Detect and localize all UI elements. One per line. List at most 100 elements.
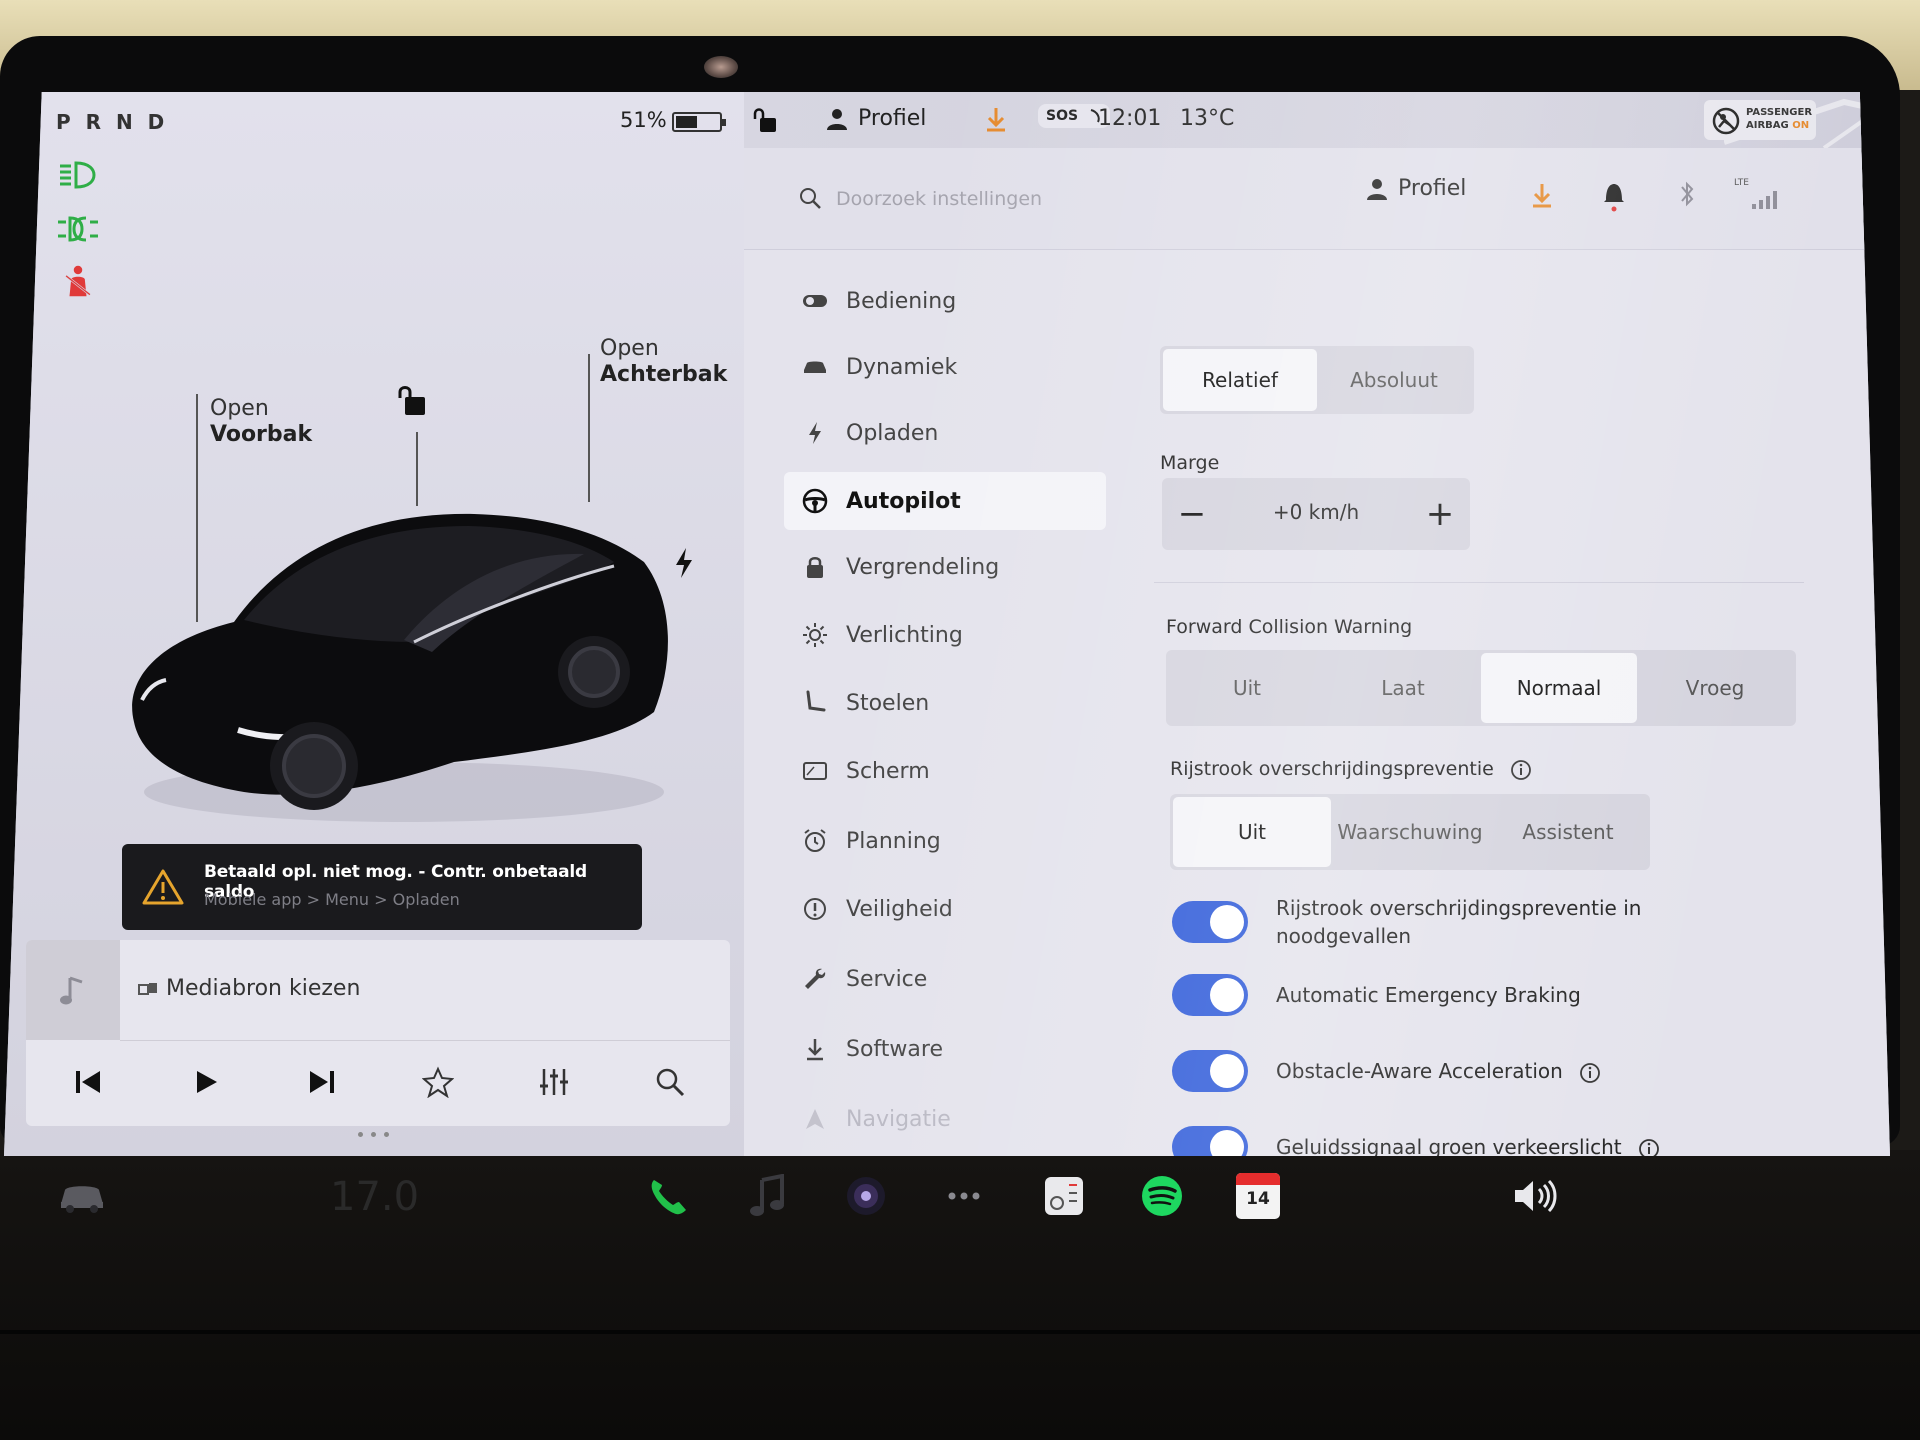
search-icon: [656, 1068, 685, 1097]
trunk-leader-line: [588, 354, 590, 502]
lane-departure-selector: Uit Waarschuwing Assistent: [1170, 794, 1650, 870]
nav-item-navigatie[interactable]: Navigatie: [784, 1090, 1106, 1148]
settings-search-input[interactable]: [836, 182, 1216, 216]
navigation-icon: [802, 1106, 828, 1132]
margin-increase-button[interactable]: +: [1416, 490, 1464, 538]
trunk-label-bottom: Achterbak: [600, 362, 728, 387]
media-divider: [120, 1040, 730, 1041]
section-divider: [1154, 582, 1804, 583]
lane-option-off[interactable]: Uit: [1173, 797, 1331, 867]
nav-item-scherm[interactable]: Scherm: [784, 742, 1106, 800]
nav-item-dynamiek[interactable]: Dynamiek: [784, 338, 1106, 396]
nav-item-label: Stoelen: [846, 690, 930, 716]
play-button[interactable]: [182, 1058, 230, 1106]
fcw-option-late[interactable]: Laat: [1325, 653, 1481, 723]
bluetooth-icon[interactable]: [1678, 180, 1696, 208]
nav-item-label: Opladen: [846, 420, 939, 446]
unlock-icon: [753, 108, 776, 132]
nav-item-label: Planning: [846, 828, 941, 854]
media-source-button[interactable]: Mediabron kiezen: [138, 976, 360, 1001]
album-art: [26, 940, 120, 1040]
obstacle-accel-toggle[interactable]: [1172, 1050, 1248, 1092]
status-profile-button[interactable]: Profiel: [826, 106, 926, 131]
favorite-button[interactable]: [414, 1058, 462, 1106]
status-lock-button[interactable]: [752, 106, 778, 134]
toggle-icon: [802, 288, 828, 314]
aeb-toggle-row: Automatic Emergency Braking: [1172, 974, 1792, 1016]
lane-option-warning[interactable]: Waarschuwing: [1331, 797, 1489, 867]
charging-alert[interactable]: Betaald opl. niet mog. - Contr. onbetaal…: [122, 844, 642, 930]
open-trunk-button[interactable]: Open Achterbak: [600, 336, 727, 388]
emergency-lane-label: Rijstrook overschrijdingspreventie in no…: [1276, 896, 1642, 948]
lane-option-assist[interactable]: Assistent: [1489, 797, 1647, 867]
open-frunk-button[interactable]: Open Voorbak: [210, 396, 312, 448]
star-icon: [422, 1066, 454, 1098]
phone-app-button[interactable]: [640, 1168, 696, 1224]
nav-item-label: Service: [846, 966, 928, 992]
sun-icon: [802, 622, 828, 648]
nav-item-veiligheid[interactable]: Veiligheid: [784, 880, 1106, 938]
more-apps-button[interactable]: [936, 1168, 992, 1224]
play-icon: [197, 1071, 217, 1093]
aeb-label: Automatic Emergency Braking: [1276, 983, 1581, 1007]
music-note-icon: [750, 1174, 784, 1216]
media-search-button[interactable]: [646, 1058, 694, 1106]
bell-icon[interactable]: [1602, 180, 1626, 212]
nav-item-bediening[interactable]: Bediening: [784, 272, 1106, 330]
music-note-icon: [60, 976, 83, 1005]
sos-label: SOS: [1046, 108, 1079, 124]
info-icon[interactable]: [1579, 1062, 1601, 1084]
volume-button[interactable]: [1508, 1168, 1564, 1224]
outside-temperature: 13°C: [1180, 106, 1235, 131]
aeb-toggle[interactable]: [1172, 974, 1248, 1016]
equalizer-button[interactable]: [530, 1058, 578, 1106]
car-icon: [802, 354, 828, 380]
status-download-button[interactable]: [984, 106, 1008, 132]
nav-item-stoelen[interactable]: Stoelen: [784, 674, 1106, 732]
speed-mode-selector: Relatief Absoluut: [1160, 346, 1474, 414]
emergency-lane-toggle-row: Rijstrook overschrijdingspreventie in no…: [1172, 894, 1792, 950]
download-icon: [802, 1036, 828, 1062]
info-icon[interactable]: [1510, 759, 1532, 781]
fcw-option-early[interactable]: Vroeg: [1637, 653, 1793, 723]
next-track-button[interactable]: [298, 1058, 346, 1106]
camera-app-button[interactable]: [838, 1168, 894, 1224]
calendar-icon: 14: [1236, 1173, 1280, 1219]
frunk-label-bottom: Voorbak: [210, 422, 313, 447]
download-icon[interactable]: [1530, 182, 1554, 208]
speed-mode-relative[interactable]: Relatief: [1163, 349, 1317, 411]
nav-item-service[interactable]: Service: [784, 950, 1106, 1008]
fcw-option-normal[interactable]: Normaal: [1481, 653, 1637, 723]
lock-icon: [802, 554, 828, 580]
toybox-app-button[interactable]: [1036, 1168, 1092, 1224]
nav-item-planning[interactable]: Planning: [784, 812, 1106, 870]
lte-label: LTE: [1734, 178, 1749, 188]
speed-mode-absolute[interactable]: Absoluut: [1317, 349, 1471, 411]
climate-temperature[interactable]: 17.0: [330, 1174, 419, 1220]
car-controls-button[interactable]: [54, 1168, 110, 1224]
download-icon: [987, 108, 1005, 132]
volume-icon: [1515, 1179, 1557, 1213]
nav-item-autopilot[interactable]: Autopilot: [784, 472, 1106, 530]
nav-item-opladen[interactable]: Opladen: [784, 404, 1106, 462]
charge-port-icon[interactable]: [672, 546, 696, 580]
settings-header: Profiel LTE: [744, 148, 1890, 250]
headlight-icon: [60, 161, 96, 189]
emergency-lane-toggle[interactable]: [1172, 901, 1248, 943]
nav-item-verlichting[interactable]: Verlichting: [784, 606, 1106, 664]
battery-fill: [676, 116, 697, 128]
nav-item-software[interactable]: Software: [784, 1020, 1106, 1078]
skip-forward-icon: [310, 1071, 334, 1093]
unlock-icon[interactable]: [397, 382, 429, 418]
gear-indicator: P R N D: [56, 110, 169, 134]
clock: 12:01: [1098, 106, 1162, 131]
previous-track-button[interactable]: [64, 1058, 112, 1106]
fcw-option-off[interactable]: Uit: [1169, 653, 1325, 723]
nav-item-vergrendeling[interactable]: Vergrendeling: [784, 538, 1106, 596]
profile-button[interactable]: Profiel: [1366, 176, 1466, 201]
autopilot-settings: Relatief Absoluut Marge − +0 km/h + Forw…: [1154, 252, 1854, 1156]
music-app-button[interactable]: [740, 1168, 796, 1224]
spotify-app-button[interactable]: [1134, 1168, 1190, 1224]
calendar-app-button[interactable]: 14: [1230, 1168, 1286, 1224]
person-icon: [827, 108, 847, 130]
